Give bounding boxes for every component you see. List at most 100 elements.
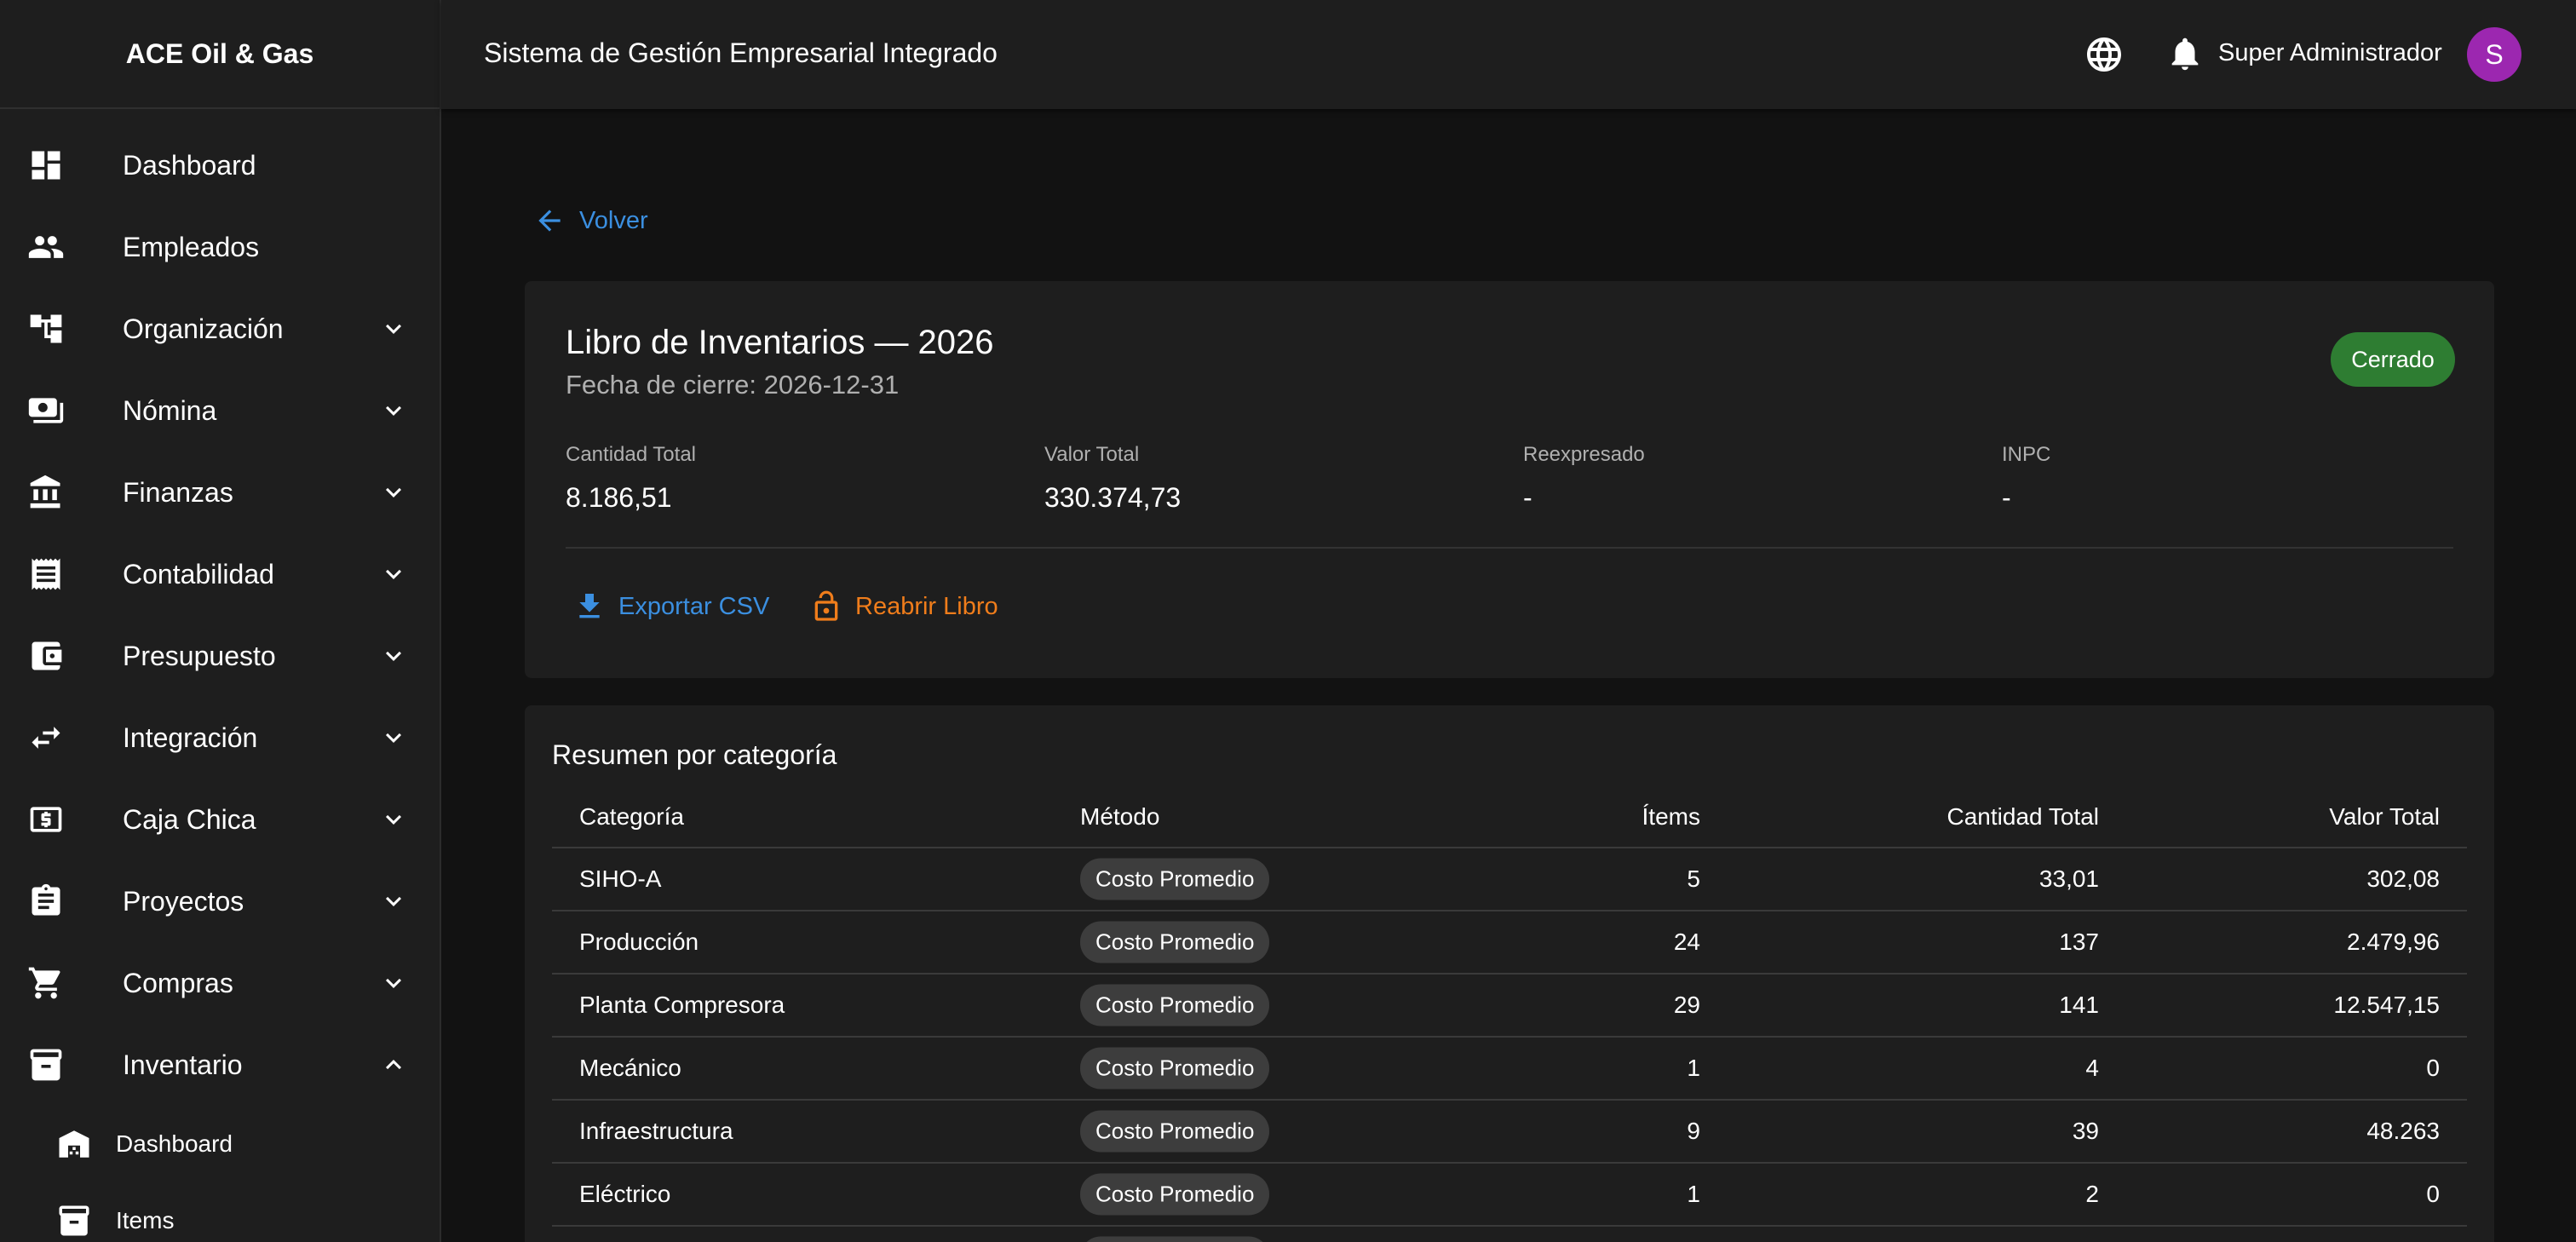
- cell-value: 48.263: [2366, 1118, 2440, 1144]
- chevron-up-icon: [386, 1060, 401, 1070]
- bell-icon[interactable]: [2165, 34, 2205, 73]
- sidebar-item-finanzas[interactable]: Finanzas: [0, 451, 440, 533]
- sidebar-item-inventario[interactable]: Inventario: [0, 1024, 440, 1106]
- stat-value: 8.186,51: [566, 482, 672, 513]
- sidebar-item-label: Dashboard: [123, 149, 256, 181]
- app-title: Sistema de Gestión Empresarial Integrado: [484, 37, 998, 68]
- archive-icon: [30, 1049, 62, 1081]
- cell-value: 0: [2426, 1055, 2440, 1081]
- table-row[interactable]: Mecánico Costo Promedio 1 4 0: [552, 1038, 2467, 1101]
- table-row[interactable]: Infraestructura Costo Promedio 9 39 48.2…: [552, 1101, 2467, 1164]
- brand-title: ACE Oil & Gas: [0, 0, 440, 109]
- cell-quantity: 2: [2085, 1181, 2099, 1207]
- sidebar-item-compras[interactable]: Compras: [0, 942, 440, 1024]
- section-title: Resumen por categoría: [552, 739, 837, 770]
- download-icon: [579, 594, 600, 618]
- stat-label: Reexpresado: [1523, 443, 1645, 466]
- export-csv-label: Exportar CSV: [618, 592, 770, 620]
- divider: [566, 547, 2453, 549]
- cell-category: Producción: [579, 929, 699, 955]
- sidebar-item-dashboard[interactable]: Dashboard: [0, 124, 440, 206]
- dashboard-icon: [32, 151, 60, 180]
- cell-method: Costo Promedio: [1080, 921, 1270, 963]
- cell-method: Costo Promedio: [1080, 858, 1270, 900]
- user-name[interactable]: Super Administrador: [2218, 39, 2442, 67]
- table-row[interactable]: Planta Compresora Costo Promedio 29 141 …: [552, 975, 2467, 1038]
- sidebar-item-nomina[interactable]: Nómina: [0, 370, 440, 451]
- sidebar-item-empleados[interactable]: Empleados: [0, 206, 440, 288]
- avatar[interactable]: S: [2467, 27, 2521, 82]
- sidebar-item-label: Finanzas: [123, 476, 233, 508]
- account-tree-icon: [30, 314, 62, 343]
- sidebar-subitem-dashboard[interactable]: Dashboard: [0, 1106, 440, 1182]
- method-chip: Costo Promedio: [1080, 984, 1270, 1026]
- stat-value: 330.374,73: [1044, 482, 1182, 513]
- cell-quantity: 33,01: [2038, 865, 2099, 892]
- sidebar-item-label: Caja Chica: [123, 803, 256, 835]
- table-header-row: Categoría Método Ítems Cantidad Total Va…: [552, 787, 2467, 848]
- stat-value: -: [2002, 482, 2011, 513]
- column-header-method[interactable]: Método: [1080, 803, 1159, 831]
- back-label: Volver: [579, 206, 648, 234]
- stat-value: -: [1523, 482, 1532, 513]
- sidebar-item-label: Proyectos: [123, 885, 244, 917]
- reopen-book-label: Reabrir Libro: [855, 592, 998, 620]
- sidebar-item-label: Organización: [123, 313, 284, 344]
- method-chip: Costo Promedio: [1080, 1236, 1270, 1242]
- sidebar-item-integracion[interactable]: Integración: [0, 697, 440, 779]
- chevron-down-icon: [386, 405, 401, 416]
- chevron-down-icon: [386, 814, 401, 825]
- table-row[interactable]: Eléctrico Costo Promedio 1 2 0: [552, 1164, 2467, 1227]
- sidebar-item-presupuesto[interactable]: Presupuesto: [0, 615, 440, 697]
- arrow-back-icon: [538, 210, 561, 232]
- sidebar-subitem-label: Items: [116, 1207, 175, 1233]
- cell-quantity: 141: [2059, 992, 2099, 1018]
- chevron-down-icon: [386, 651, 401, 661]
- column-header-value[interactable]: Valor Total: [2329, 803, 2440, 831]
- sidebar-item-contabilidad[interactable]: Contabilidad: [0, 533, 440, 615]
- sidebar-item-caja-chica[interactable]: Caja Chica: [0, 779, 440, 860]
- cell-quantity: 39: [2072, 1118, 2099, 1144]
- cell-value: 302,08: [2366, 865, 2440, 892]
- column-header-quantity[interactable]: Cantidad Total: [1947, 803, 2100, 831]
- cell-value: 12.547,15: [2333, 992, 2440, 1018]
- cell-category: SIHO-A: [579, 865, 662, 892]
- book-header-card: Libro de Inventarios — 2026 Fecha de cie…: [525, 281, 2494, 678]
- chevron-down-icon: [386, 487, 401, 497]
- payments-icon: [28, 398, 64, 423]
- cell-method: Costo Promedio: [1080, 1236, 1270, 1242]
- closing-date: Fecha de cierre: 2026-12-31: [566, 370, 900, 400]
- sidebar-item-label: Nómina: [123, 394, 217, 426]
- column-header-category[interactable]: Categoría: [579, 803, 684, 831]
- cell-quantity: 4: [2085, 1055, 2099, 1081]
- warehouse-icon: [59, 1130, 89, 1158]
- sidebar-item-label: Empleados: [123, 231, 260, 262]
- stat-label: INPC: [2002, 443, 2051, 466]
- sidebar-item-organizacion[interactable]: Organización: [0, 288, 440, 370]
- export-csv-button[interactable]: Exportar CSV: [572, 589, 769, 624]
- chevron-down-icon: [386, 978, 401, 988]
- cell-category: Mecánico: [579, 1055, 681, 1081]
- method-chip: Costo Promedio: [1080, 1047, 1270, 1090]
- table-row[interactable]: Producción Costo Promedio 24 137 2.479,9…: [552, 911, 2467, 975]
- sidebar-subitem-items[interactable]: Items: [0, 1182, 440, 1242]
- sidebar-subitem-label: Dashboard: [116, 1130, 233, 1157]
- sidebar-item-label: Compras: [123, 967, 233, 998]
- cell-category: Eléctrico: [579, 1181, 671, 1207]
- cell-method: Costo Promedio: [1080, 1047, 1270, 1090]
- globe-icon[interactable]: [2084, 34, 2125, 75]
- back-button[interactable]: Volver: [533, 204, 648, 237]
- cell-method: Costo Promedio: [1080, 1173, 1270, 1216]
- column-header-items[interactable]: Ítems: [1642, 803, 1700, 831]
- sidebar-item-proyectos[interactable]: Proyectos: [0, 860, 440, 942]
- table-row[interactable]: SIHO-A Costo Promedio 5 33,01 302,08: [552, 848, 2467, 911]
- sidebar-item-label: Inventario: [123, 1049, 243, 1080]
- cell-category: Planta Compresora: [579, 992, 785, 1018]
- status-badge: Cerrado: [2331, 332, 2455, 387]
- cell-items: 5: [1687, 865, 1700, 892]
- cell-value: 2.479,96: [2347, 929, 2440, 955]
- lock-open-icon: [814, 590, 838, 621]
- reopen-book-button[interactable]: Reabrir Libro: [809, 589, 998, 624]
- sidebar: ACE Oil & Gas Dashboard Empleados Organi…: [0, 0, 441, 1242]
- table-row-partial[interactable]: Costo Promedio: [552, 1227, 2467, 1242]
